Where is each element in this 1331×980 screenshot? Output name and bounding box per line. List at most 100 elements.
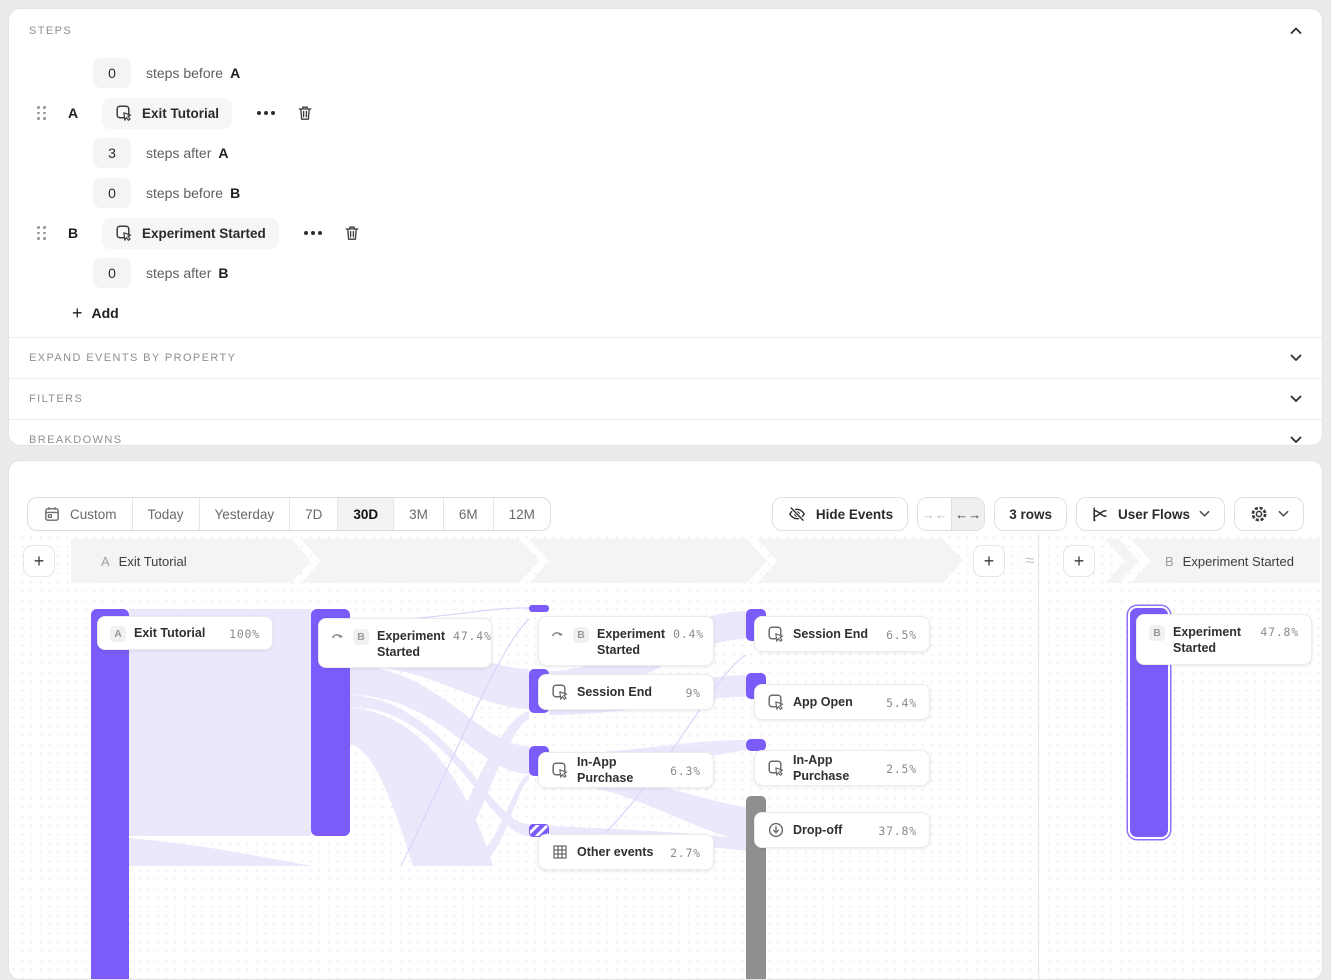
node-name: Experiment Started (597, 626, 665, 659)
date-range-3m[interactable]: 3M (393, 498, 443, 530)
node-name: Session End (577, 684, 652, 700)
add-column-b-button[interactable]: + (1063, 545, 1095, 577)
section-breakdowns[interactable]: BREAKDOWNS (9, 419, 1322, 446)
flow-node-experiment-started-478[interactable]: B Experiment Started 47.8% (1136, 614, 1312, 665)
event-click-icon (767, 625, 785, 643)
steps-after-a-row: steps after A (9, 133, 1322, 173)
step-b-row: B Experiment Started (9, 213, 1322, 253)
steps-header: STEPS (9, 9, 1322, 53)
step-b-event-label: Experiment Started (142, 226, 266, 241)
step-b-letter: B (68, 225, 82, 241)
section-label: FILTERS (29, 393, 83, 405)
chevron-down-icon (1278, 510, 1289, 518)
flow-node-in-app-purchase-25[interactable]: In-App Purchase 2.5% (754, 750, 930, 786)
user-flows-chart-icon (1091, 505, 1109, 523)
rows-count-button[interactable]: 3 rows (994, 497, 1067, 531)
approx-break-symbol: ≈ (1022, 551, 1037, 571)
collapse-columns-button[interactable]: →← (918, 498, 951, 530)
step-a-letter: A (68, 105, 82, 121)
flow-header-segment-2[interactable] (301, 539, 539, 583)
step-letter: A (101, 554, 110, 569)
steps-after-a-input[interactable] (93, 138, 131, 168)
steps-title: STEPS (29, 25, 72, 37)
node-percent: 5.4% (886, 696, 917, 710)
view-selector-button[interactable]: User Flows (1076, 497, 1225, 531)
flow-node-drop-off[interactable]: Drop-off 37.8% (754, 812, 930, 848)
collapse-steps-button[interactable] (1290, 27, 1302, 35)
node-name: Exit Tutorial (134, 625, 205, 641)
node-name: In-App Purchase (793, 752, 878, 785)
flow-node-experiment-started-04[interactable]: B Experiment Started 0.4% (538, 616, 714, 666)
steps-after-b-label: steps after (146, 265, 211, 281)
flow-node-exit-tutorial[interactable]: A Exit Tutorial 100% (97, 616, 273, 650)
toolbar-right: Hide Events →← ←→ 3 rows User Flows (772, 497, 1304, 531)
section-label: EXPAND EVENTS BY PROPERTY (29, 352, 236, 364)
flow-bar-exit-tutorial[interactable] (91, 609, 129, 980)
hide-events-button[interactable]: Hide Events (772, 497, 908, 531)
node-name: Other events (577, 844, 653, 860)
section-divider (1038, 533, 1039, 980)
flow-node-session-end-65[interactable]: Session End 6.5% (754, 616, 930, 652)
section-expand-events-by-property[interactable]: EXPAND EVENTS BY PROPERTY (9, 337, 1322, 378)
date-range-custom[interactable]: Custom (28, 498, 132, 530)
steps-after-a-label: steps after (146, 145, 211, 161)
flow-node-session-end-9[interactable]: Session End 9% (538, 674, 714, 710)
flow-header-segment-3[interactable] (529, 539, 767, 583)
step-b-more-menu-button[interactable] (300, 227, 326, 239)
node-percent: 47.8% (1260, 625, 1299, 639)
date-range-7d[interactable]: 7D (289, 498, 337, 530)
date-range-today[interactable]: Today (132, 498, 199, 530)
flow-bar-experiment-started-small[interactable] (529, 605, 549, 612)
grid-icon (551, 843, 569, 861)
drag-handle-icon[interactable] (37, 226, 47, 240)
add-step-button[interactable]: + Add (9, 293, 1322, 333)
flow-header-segment-4[interactable] (757, 539, 963, 583)
trash-icon (299, 107, 311, 119)
node-name: Session End (793, 626, 868, 642)
event-click-icon (767, 693, 785, 711)
node-percent: 37.8% (878, 824, 917, 838)
plus-icon: + (72, 303, 83, 324)
date-range-30d-selected[interactable]: 30D (337, 498, 393, 530)
date-range-6m[interactable]: 6M (443, 498, 493, 530)
steps-before-b-input[interactable] (93, 178, 131, 208)
drag-handle-icon[interactable] (37, 106, 47, 120)
column-width-toggle: →← ←→ (917, 497, 985, 531)
flow-header-step-b[interactable]: B Experiment Started (1131, 539, 1320, 583)
node-name: Experiment Started (377, 628, 445, 661)
expand-columns-button[interactable]: ←→ (951, 498, 984, 530)
date-range-yesterday[interactable]: Yesterday (199, 498, 290, 530)
node-name: Drop-off (793, 822, 842, 838)
step-b-delete-button[interactable] (343, 224, 361, 242)
flow-header-step-a-text: A Exit Tutorial (71, 554, 187, 569)
flow-header-chevron (1105, 539, 1139, 583)
node-percent: 9% (686, 686, 701, 700)
flow-continue-icon (331, 631, 345, 641)
step-a-delete-button[interactable] (296, 104, 314, 122)
steps-before-a-row: steps before A (9, 53, 1322, 93)
steps-before-a-input[interactable] (93, 58, 131, 88)
flow-node-app-open[interactable]: App Open 5.4% (754, 684, 930, 720)
section-filters[interactable]: FILTERS (9, 378, 1322, 419)
step-letter: B (1165, 554, 1174, 569)
flow-header-step-a[interactable]: A Exit Tutorial (71, 539, 311, 583)
flow-node-experiment-started-47[interactable]: B Experiment Started 47.4% (318, 618, 492, 668)
steps-panel: STEPS steps before A A Exit Tutorial ste… (8, 8, 1323, 446)
step-a-event-button[interactable]: Exit Tutorial (102, 98, 232, 129)
date-range-12m[interactable]: 12M (493, 498, 550, 530)
event-click-icon (767, 759, 785, 777)
step-b-event-button[interactable]: Experiment Started (102, 218, 279, 249)
steps-after-b-input[interactable] (93, 258, 131, 288)
add-column-left-button[interactable]: + (23, 545, 55, 577)
add-column-right-button[interactable]: + (973, 545, 1005, 577)
step-badge: B (1149, 625, 1165, 641)
step-a-more-menu-button[interactable] (253, 107, 279, 119)
node-percent: 47.4% (453, 629, 492, 643)
chart-panel: Custom Today Yesterday 7D 30D 3M 6M 12M … (8, 460, 1323, 980)
steps-before-a-label: steps before (146, 65, 223, 81)
plus-icon: + (34, 551, 45, 572)
trash-icon (346, 227, 358, 239)
flow-node-in-app-purchase-63[interactable]: In-App Purchase 6.3% (538, 752, 714, 788)
settings-button[interactable] (1234, 497, 1304, 531)
section-label: BREAKDOWNS (29, 434, 122, 446)
